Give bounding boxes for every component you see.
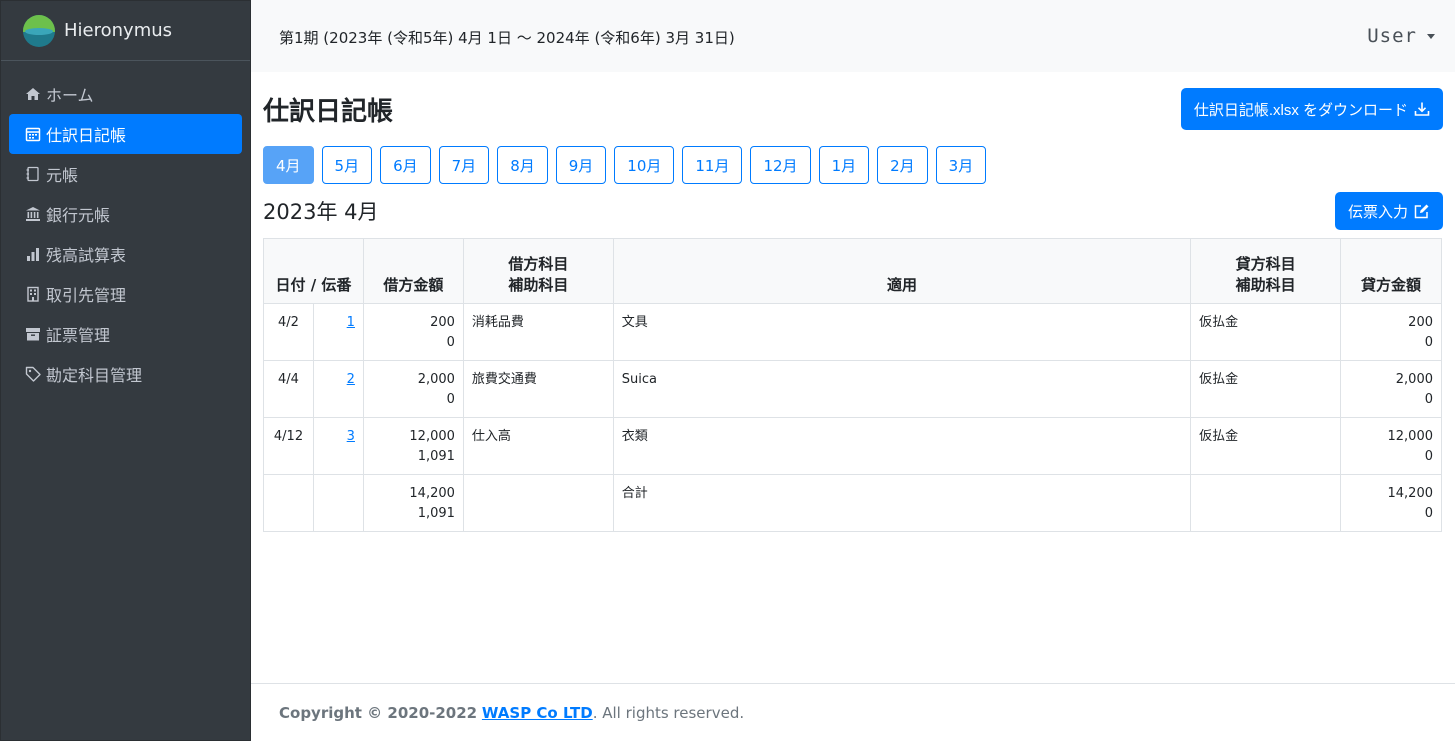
home-icon <box>26 88 40 100</box>
sidebar-item-journal[interactable]: 仕訳日記帳 <box>9 114 242 154</box>
chevron-down-icon <box>1427 33 1435 39</box>
month-button[interactable]: 10月 <box>614 146 675 184</box>
tag-icon <box>25 366 41 382</box>
cell-empty <box>312 474 364 532</box>
archive-icon <box>26 328 40 341</box>
slip-link[interactable]: 2 <box>347 372 355 387</box>
sidebar-nav: ホーム 仕訳日記帳 元帳 銀行元帳 残高試算表 取引先管理 証票管理 勘定科目管… <box>1 61 250 394</box>
sidebar-item-home[interactable]: ホーム <box>9 74 242 114</box>
cell-credit-amount: 200 0 <box>1340 303 1442 361</box>
cell-debit-amount: 2,000 0 <box>362 360 464 418</box>
month-button[interactable]: 12月 <box>750 146 811 184</box>
cell-slip: 2 <box>312 360 364 418</box>
cell-empty <box>462 474 614 532</box>
cell-slip: 1 <box>312 303 364 361</box>
month-button[interactable]: 5月 <box>321 146 373 184</box>
month-button[interactable]: 6月 <box>380 146 431 184</box>
total-label: 合計 <box>612 474 1192 532</box>
total-credit-amount: 14,200 0 <box>1340 474 1442 532</box>
header-credit-account: 貸方科目 補助科目 <box>1190 238 1342 304</box>
month-button[interactable]: 3月 <box>935 146 987 184</box>
month-button[interactable]: 9月 <box>555 146 607 184</box>
sidebar-item-bank-ledger[interactable]: 銀行元帳 <box>9 194 242 234</box>
calendar-icon <box>25 127 41 142</box>
user-menu[interactable]: User <box>1367 25 1435 47</box>
cell-credit-account: 仮払金 <box>1190 303 1342 361</box>
month-selector: 4月 5月 6月 7月 8月 9月 10月 11月 12月 1月 2月 3月 <box>263 146 1443 184</box>
cell-empty <box>263 474 314 532</box>
month-button[interactable]: 4月 <box>263 146 314 184</box>
cell-empty <box>1190 474 1342 532</box>
cell-date: 4/2 <box>263 303 314 361</box>
rights-text: . All rights reserved. <box>592 703 745 722</box>
book-icon <box>26 166 39 182</box>
month-button[interactable]: 7月 <box>438 146 490 184</box>
month-button[interactable]: 1月 <box>818 146 870 184</box>
voucher-entry-button[interactable]: 伝票入力 <box>1334 192 1443 230</box>
cell-summary: 文具 <box>612 303 1192 361</box>
cell-credit-account: 仮払金 <box>1190 417 1342 475</box>
header-summary: 適用 <box>612 238 1192 304</box>
cell-credit-account: 仮払金 <box>1190 360 1342 418</box>
sidebar-item-trial-balance[interactable]: 残高試算表 <box>9 234 242 274</box>
page-title: 仕訳日記帳 <box>263 96 394 127</box>
edit-icon <box>1414 204 1429 219</box>
sidebar-item-vouchers[interactable]: 証票管理 <box>9 314 242 354</box>
journal-table: 日付 / 伝番 借方金額 借方科目 補助科目 適用 貸方科目 補助科目 貸方金額 4… <box>263 238 1442 532</box>
month-heading: 2023年 4月 <box>263 200 379 224</box>
cell-date: 4/12 <box>263 417 314 475</box>
total-debit-amount: 14,200 1,091 <box>362 474 464 532</box>
download-xlsx-button[interactable]: 仕訳日記帳.xlsx をダウンロード <box>1180 88 1443 130</box>
download-icon <box>1414 102 1430 116</box>
month-button[interactable]: 8月 <box>497 146 548 184</box>
cell-debit-amount: 12,000 1,091 <box>362 417 464 475</box>
slip-link[interactable]: 3 <box>347 429 355 444</box>
cell-summary: Suica <box>612 360 1192 418</box>
slip-link[interactable]: 1 <box>347 315 355 330</box>
cell-debit-account: 旅費交通費 <box>462 360 614 418</box>
table-row: 4/2 1 200 0 消耗品費 文具 仮払金 200 0 <box>263 303 1442 361</box>
cell-date: 4/4 <box>263 360 314 418</box>
total-row: 14,200 1,091 合計 14,200 0 <box>263 474 1442 532</box>
cell-debit-amount: 200 0 <box>362 303 464 361</box>
table-row: 4/12 3 12,000 1,091 仕入高 衣類 仮払金 12,000 0 <box>263 417 1442 475</box>
building-icon <box>27 286 39 302</box>
header-debit-amount: 借方金額 <box>362 238 464 304</box>
sidebar-item-ledger[interactable]: 元帳 <box>9 154 242 194</box>
month-button[interactable]: 2月 <box>877 146 928 184</box>
brand-logo-icon <box>23 14 55 47</box>
header-debit-account: 借方科目 補助科目 <box>462 238 614 304</box>
header-credit-amount: 貸方金額 <box>1340 238 1442 304</box>
fiscal-period: 第1期 (2023年 (令和5年) 4月 1日 〜 2024年 (令和6年) 3… <box>279 28 735 47</box>
month-button[interactable]: 11月 <box>682 146 743 184</box>
footer: Copyright © 2020-2022 WASP Co LTD. All r… <box>251 683 1455 741</box>
table-row: 4/4 2 2,000 0 旅費交通費 Suica 仮払金 2,000 0 <box>263 360 1442 418</box>
copyright-text: Copyright © 2020-2022 <box>279 703 478 722</box>
cell-summary: 衣類 <box>612 417 1192 475</box>
brand-link[interactable]: Hieronymus <box>1 1 250 61</box>
cell-debit-account: 消耗品費 <box>462 303 614 361</box>
top-navbar: 第1期 (2023年 (令和5年) 4月 1日 〜 2024年 (令和6年) 3… <box>251 0 1455 72</box>
brand-name: Hieronymus <box>64 20 173 41</box>
sidebar-item-partners[interactable]: 取引先管理 <box>9 274 242 314</box>
bank-icon <box>26 207 40 221</box>
cell-debit-account: 仕入高 <box>462 417 614 475</box>
main-area: 第1期 (2023年 (令和5年) 4月 1日 〜 2024年 (令和6年) 3… <box>251 0 1455 741</box>
content: 仕訳日記帳 仕訳日記帳.xlsx をダウンロード 4月 5月 6月 7月 8月 9月 10月… <box>251 88 1455 532</box>
cell-credit-amount: 12,000 0 <box>1340 417 1442 475</box>
header-date-slip: 日付 / 伝番 <box>263 238 364 304</box>
sidebar: Hieronymus ホーム 仕訳日記帳 元帳 銀行元帳 残高試算表 取引先管理 <box>0 0 251 741</box>
bar-chart-icon <box>27 248 39 261</box>
user-name: User <box>1367 25 1417 47</box>
cell-slip: 3 <box>312 417 364 475</box>
cell-credit-amount: 2,000 0 <box>1340 360 1442 418</box>
sidebar-item-accounts[interactable]: 勘定科目管理 <box>9 354 242 394</box>
company-link[interactable]: WASP Co LTD <box>482 704 593 722</box>
